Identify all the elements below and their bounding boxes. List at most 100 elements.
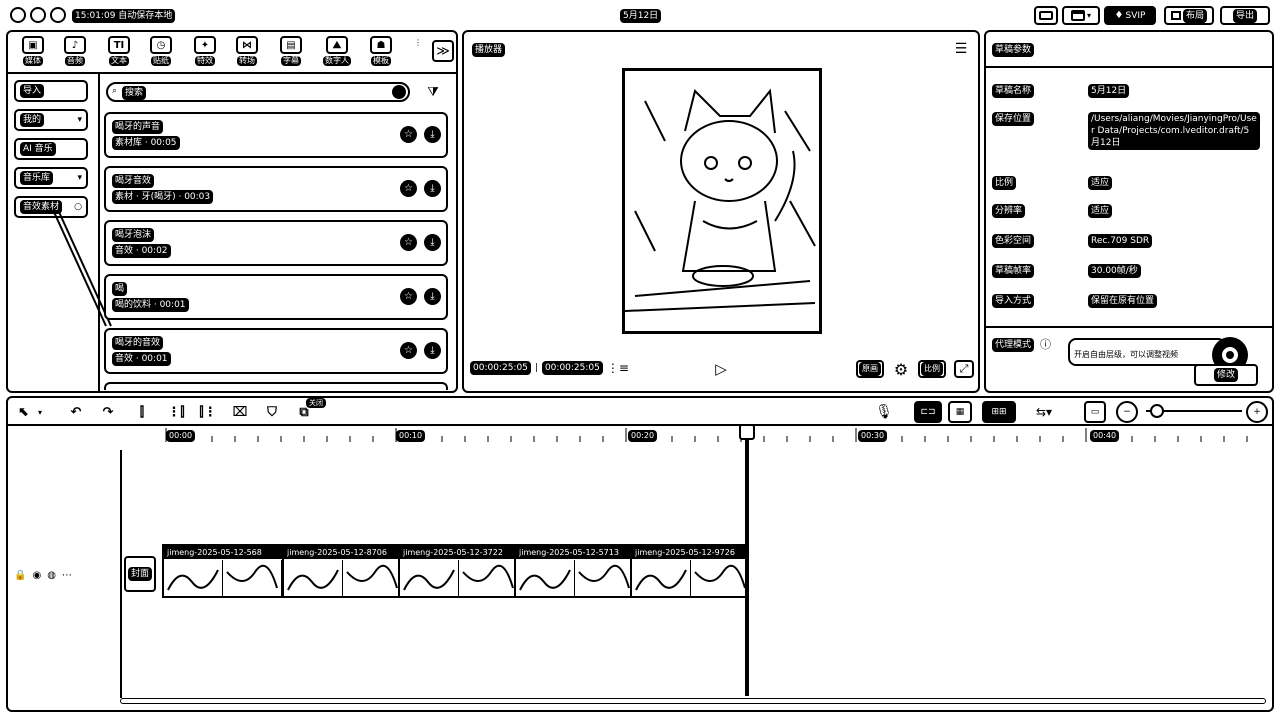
aspect-ratio-button[interactable]: 比例 [918, 360, 946, 378]
shortcut-button[interactable] [1034, 6, 1058, 25]
sound-item[interactable]: 喝牙的声音 素材库 · 00:05 ☆ ⤓ [104, 112, 448, 158]
video-clip[interactable]: jimeng-2025-05-12-9726 [630, 544, 748, 598]
tool-text-button[interactable]: TI 文本 [100, 36, 138, 68]
auto-snap-button[interactable]: ▦ [948, 401, 972, 423]
timeline-scrollbar[interactable] [120, 698, 1266, 704]
fullscreen-button[interactable]: ⤢ [954, 360, 974, 378]
tool-label: 模板 [371, 56, 391, 66]
download-icon[interactable]: ⤓ [424, 180, 441, 197]
track-more-icon[interactable]: ⋯ [62, 570, 72, 581]
tool-transition-button[interactable]: ⋈ 转场 [228, 36, 266, 68]
close-window-button[interactable] [10, 7, 26, 23]
sound-item[interactable]: 喝牙泡沫 音效 · 00:02 ☆ ⤓ [104, 220, 448, 266]
delete-button[interactable]: ⌧ [230, 402, 250, 422]
minus-icon: − [1123, 407, 1131, 417]
main-track-magnet-button[interactable]: ⊏⊐ [914, 401, 942, 423]
video-clip[interactable]: jimeng-2025-05-12-8706 [282, 544, 400, 598]
modify-button[interactable]: 修改 [1194, 364, 1258, 386]
favorite-star-icon[interactable]: ☆ [400, 126, 417, 143]
player-menu-button[interactable]: ☰ [948, 36, 974, 62]
toolbar-divider [8, 72, 456, 74]
mark-button[interactable]: ⛉ [262, 402, 282, 422]
favorite-star-icon[interactable]: ☆ [400, 342, 417, 359]
linkage-button[interactable]: ⊞⊞ [982, 401, 1016, 423]
snap-icon: ▦ [955, 407, 965, 417]
select-tool-button[interactable]: ⬉ [14, 402, 34, 422]
category-item[interactable]: AI 音乐 [14, 138, 88, 160]
track-hide-icon[interactable]: ◉ [32, 570, 41, 581]
toolbar-scroll-indicator: ⋮ [414, 38, 422, 64]
playhead[interactable] [745, 428, 749, 696]
video-clip[interactable]: jimeng-2025-05-12-3722 [398, 544, 516, 598]
split-left-button[interactable]: ⋮⫿ [166, 402, 186, 422]
zoom-slider-handle[interactable] [1150, 404, 1164, 418]
template-icon: ☗ [370, 36, 392, 54]
split-right-button[interactable]: ⫿⋮ [198, 402, 218, 422]
zoom-in-button[interactable]: + [1246, 401, 1268, 423]
sound-subtitle: 素材库 · 00:05 [112, 136, 180, 150]
tool-media-button[interactable]: ▣ 媒体 [14, 36, 52, 68]
category-item[interactable]: 我的 ▾ [14, 109, 88, 131]
playhead-handle[interactable] [739, 424, 755, 440]
sound-subtitle: 音效 · 00:01 [112, 352, 171, 366]
category-item[interactable]: 音乐库 ▾ [14, 167, 88, 189]
layout-label: 布局 [1182, 8, 1207, 23]
settings-button[interactable]: ⚙ [890, 358, 912, 380]
split-button[interactable]: ⫿ [132, 402, 152, 422]
maximize-window-button[interactable] [50, 7, 66, 23]
preview-frame[interactable] [622, 68, 822, 334]
plus-icon: + [1253, 407, 1261, 417]
redo-button[interactable]: ↷ [98, 402, 118, 422]
sound-item[interactable]: 喝喝的饮料 · 00:01 ☆ ⤓ [104, 274, 448, 320]
clip-thumbnails [164, 560, 282, 596]
record-button[interactable]: 🎙 [874, 401, 894, 423]
tool-sticker-button[interactable]: ◷ 贴纸 [142, 36, 180, 68]
track-header: 🔒 ◉ ◍ ⋯ [14, 566, 114, 584]
aspect-label: 比例 [921, 362, 943, 376]
minimize-window-button[interactable] [30, 7, 46, 23]
cursor-icon: ⬉ [18, 404, 30, 420]
tool-caption-button[interactable]: ▤ 字幕 [272, 36, 310, 68]
download-icon[interactable]: ⤓ [424, 234, 441, 251]
preview-axis-button[interactable]: ⇆▾ [1024, 401, 1064, 423]
export-button[interactable]: 导出 [1220, 6, 1270, 25]
layout-button[interactable]: ▾ [1062, 6, 1100, 25]
tool-audio-button[interactable]: ♪ 音频 [56, 36, 94, 68]
favorite-star-icon[interactable]: ☆ [400, 180, 417, 197]
video-clip[interactable]: jimeng-2025-05-12-568 [162, 544, 284, 598]
select-tool-dropdown[interactable]: ▾ [34, 402, 46, 422]
sound-item[interactable]: 喝牙的音效 音效 · 00:01 ☆ ⤓ [104, 328, 448, 374]
favorite-star-icon[interactable]: ☆ [400, 288, 417, 305]
category-item[interactable]: 导入 [14, 80, 88, 102]
original-quality-button[interactable]: 原画 [856, 360, 884, 378]
help-icon[interactable]: ⓘ [1040, 336, 1051, 352]
download-icon[interactable]: ⤓ [424, 288, 441, 305]
zoom-out-button[interactable]: − [1116, 401, 1138, 423]
cover-button[interactable]: 封面 [124, 556, 156, 592]
tool-avatar-button[interactable]: ⛰ 数字人 [318, 36, 356, 68]
download-icon[interactable]: ⤓ [424, 126, 441, 143]
svip-button[interactable]: ♦ SVIP [1104, 6, 1156, 25]
monitor-icon: ▭ [1090, 407, 1100, 417]
search-input[interactable]: ⌕ 搜索 [106, 82, 410, 102]
filter-button[interactable]: ⧩ [420, 82, 446, 102]
draft-field-label: 草稿名称 [992, 84, 1035, 98]
tool-template-button[interactable]: ☗ 模板 [362, 36, 400, 68]
clear-search-icon[interactable] [392, 85, 406, 99]
clip-thumbnail [343, 560, 398, 596]
search-icon: ⌕ [112, 86, 118, 96]
play-button[interactable]: ▷ [712, 360, 730, 378]
tool-effects-button[interactable]: ✦ 特效 [186, 36, 224, 68]
full-preview-button[interactable]: ▭ [1084, 401, 1106, 423]
video-clip[interactable]: jimeng-2025-05-12-5713 [514, 544, 632, 598]
undo-button[interactable]: ↶ [66, 402, 86, 422]
track-lock-icon[interactable]: 🔒 [14, 570, 26, 581]
more-tools-button[interactable]: ≫ [432, 40, 454, 62]
favorite-star-icon[interactable]: ☆ [400, 234, 417, 251]
sound-item[interactable]: 喝牙音效 素材 · 牙(喝牙) · 00:03 ☆ ⤓ [104, 166, 448, 212]
total-time: 00:00:25:05 [541, 361, 603, 375]
draft-field-label: 色彩空间 [992, 234, 1035, 248]
download-icon[interactable]: ⤓ [424, 342, 441, 359]
track-mute-icon[interactable]: ◍ [47, 570, 56, 581]
workspace-layout-button[interactable]: 布局 [1164, 6, 1214, 25]
